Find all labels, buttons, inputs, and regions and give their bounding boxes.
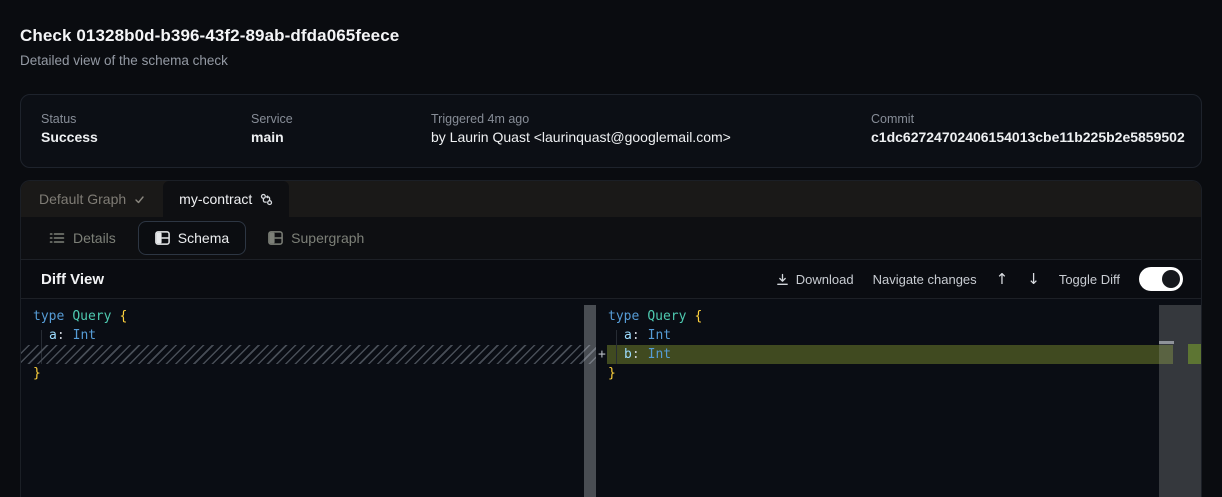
code-line: } [608, 364, 616, 383]
tab-schema[interactable]: Schema [138, 221, 246, 255]
navigate-changes-label: Navigate changes [873, 272, 977, 287]
schema-check-page: Check 01328b0d-b396-43f2-89ab-dfda065fee… [0, 0, 1222, 497]
check-icon [134, 194, 145, 205]
diff-pane-after: typeQuery{ a:Int b:Int } [596, 299, 1159, 497]
right-editor-scrollbar[interactable] [1159, 305, 1202, 497]
download-button[interactable]: Download [776, 272, 854, 287]
overview-ruler-added-marker [1188, 344, 1202, 364]
tab-default-graph-label: Default Graph [39, 191, 126, 207]
triggered-label: Triggered 4m ago [431, 112, 529, 126]
tab-supergraph[interactable]: Supergraph [256, 221, 376, 255]
toggle-diff-switch[interactable] [1139, 267, 1183, 291]
tab-details-label: Details [73, 230, 116, 246]
panels-icon [155, 231, 170, 245]
tab-default-graph[interactable]: Default Graph [21, 181, 163, 217]
check-meta-card: Status Success Service main Triggered 4m… [20, 94, 1202, 168]
diff-toolbar: Diff View Download Navigate changes ↑ ↓ … [21, 259, 1201, 299]
download-label: Download [796, 272, 854, 287]
tab-supergraph-label: Supergraph [291, 230, 364, 246]
diff-toolbar-actions: Download Navigate changes ↑ ↓ Toggle Dif… [776, 267, 1183, 291]
diff-pane-before: typeQuery{ a:Int } [21, 299, 584, 497]
status-label: Status [41, 112, 76, 126]
commit-label: Commit [871, 112, 914, 126]
commit-value: c1dc62724702406154013cbe11b225b2e5859502 [871, 129, 1185, 145]
left-editor-scrollbar[interactable] [584, 305, 596, 497]
status-value: Success [41, 129, 98, 145]
tab-my-contract[interactable]: my-contract [163, 181, 289, 217]
page-subtitle: Detailed view of the schema check [20, 53, 228, 68]
code-line: } [33, 364, 41, 383]
list-icon [49, 231, 65, 245]
code-line: typeQuery{ [608, 307, 702, 326]
tab-schema-label: Schema [178, 230, 229, 246]
graph-tabstrip: Default Graph my-contract [21, 181, 1201, 217]
added-line-scrollbar-overlay [1159, 345, 1173, 364]
previous-change-button[interactable]: ↑ [996, 270, 1009, 288]
view-tabs: Details Schema [21, 217, 1201, 259]
panels-icon [268, 231, 283, 245]
git-compare-icon [260, 193, 273, 206]
diff-view-title: Diff View [41, 271, 104, 288]
schema-diff-editor: typeQuery{ a:Int } + typeQuery{ a:Int b:… [21, 299, 1201, 497]
code-line: a:Int [608, 326, 671, 345]
page-title: Check 01328b0d-b396-43f2-89ab-dfda065fee… [20, 26, 399, 46]
code-line: a:Int [33, 326, 96, 345]
triggered-value: by Laurin Quast <laurinquast@googlemail.… [431, 129, 731, 145]
code-line-added: b:Int [608, 345, 671, 364]
download-icon [776, 273, 789, 286]
tab-my-contract-label: my-contract [179, 191, 252, 207]
scrollbar-slider[interactable] [1159, 341, 1174, 344]
service-label: Service [251, 112, 293, 126]
service-value: main [251, 129, 284, 145]
diff-spacer-hatch [21, 345, 596, 364]
tab-details[interactable]: Details [37, 221, 128, 255]
navigate-changes-button[interactable]: Navigate changes [873, 272, 977, 287]
code-line: typeQuery{ [33, 307, 127, 326]
next-change-button[interactable]: ↓ [1027, 270, 1040, 288]
toggle-diff-label: Toggle Diff [1059, 272, 1120, 287]
schema-check-detail-card: Default Graph my-contract [20, 180, 1202, 497]
toggle-knob [1162, 270, 1180, 288]
